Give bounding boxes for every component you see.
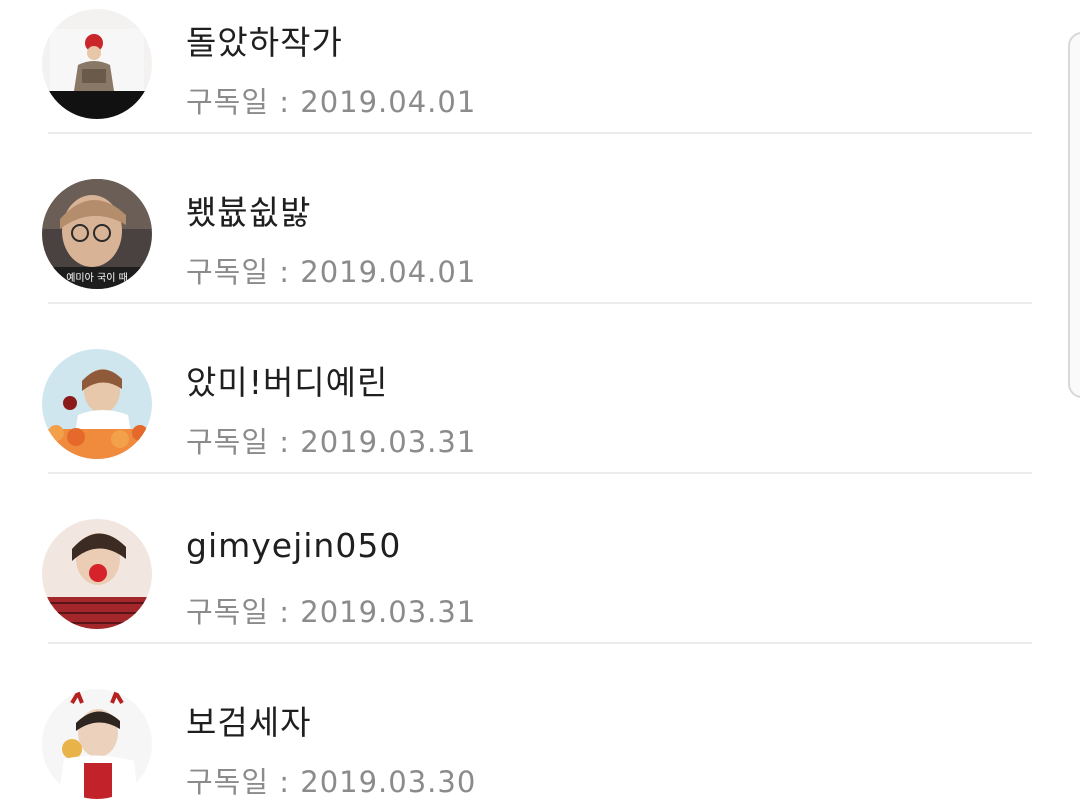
avatar[interactable]: 예미아 국이 때 xyxy=(42,179,152,289)
profile-photo-icon xyxy=(42,519,152,629)
side-panel-edge[interactable] xyxy=(1068,32,1080,398)
subscriber-name: 돌았하작가 xyxy=(186,23,343,62)
subscription-date: 구독일 : 2019.03.30 xyxy=(186,765,477,799)
subscriber-list: 돌았하작가 구독일 : 2019.04.01 예미아 국이 때 뵀븂쉾밣 구독일 xyxy=(0,0,1080,810)
subscription-date: 구독일 : 2019.04.01 xyxy=(186,85,477,119)
avatar[interactable] xyxy=(42,349,152,459)
profile-photo-icon: 예미아 국이 때 xyxy=(42,179,152,289)
list-item[interactable]: gimyejin050 구독일 : 2019.03.31 xyxy=(0,474,1080,644)
avatar[interactable] xyxy=(42,689,152,799)
subscriber-list-screen: 돌았하작가 구독일 : 2019.04.01 예미아 국이 때 뵀븂쉾밣 구독일 xyxy=(0,0,1080,810)
avatar[interactable] xyxy=(42,9,152,119)
list-item[interactable]: 예미아 국이 때 뵀븂쉾밣 구독일 : 2019.04.01 xyxy=(0,134,1080,304)
subscriber-name: 았미!버디예린 xyxy=(186,363,389,402)
avatar-caption: 예미아 국이 때 xyxy=(66,272,128,284)
subscription-date: 구독일 : 2019.03.31 xyxy=(186,595,477,629)
subscriber-name: gimyejin050 xyxy=(186,526,402,565)
profile-photo-icon xyxy=(42,349,152,459)
list-item[interactable]: 보검세자 구독일 : 2019.03.30 xyxy=(0,644,1080,810)
list-item[interactable]: 았미!버디예린 구독일 : 2019.03.31 xyxy=(0,304,1080,474)
profile-photo-icon xyxy=(42,9,152,119)
list-item[interactable]: 돌았하작가 구독일 : 2019.04.01 xyxy=(0,0,1080,134)
subscription-date: 구독일 : 2019.03.31 xyxy=(186,425,477,459)
subscriber-name: 보검세자 xyxy=(186,703,312,742)
avatar[interactable] xyxy=(42,519,152,629)
subscriber-name: 뵀븂쉾밣 xyxy=(186,193,312,232)
profile-photo-icon xyxy=(42,689,152,799)
subscription-date: 구독일 : 2019.04.01 xyxy=(186,255,477,289)
